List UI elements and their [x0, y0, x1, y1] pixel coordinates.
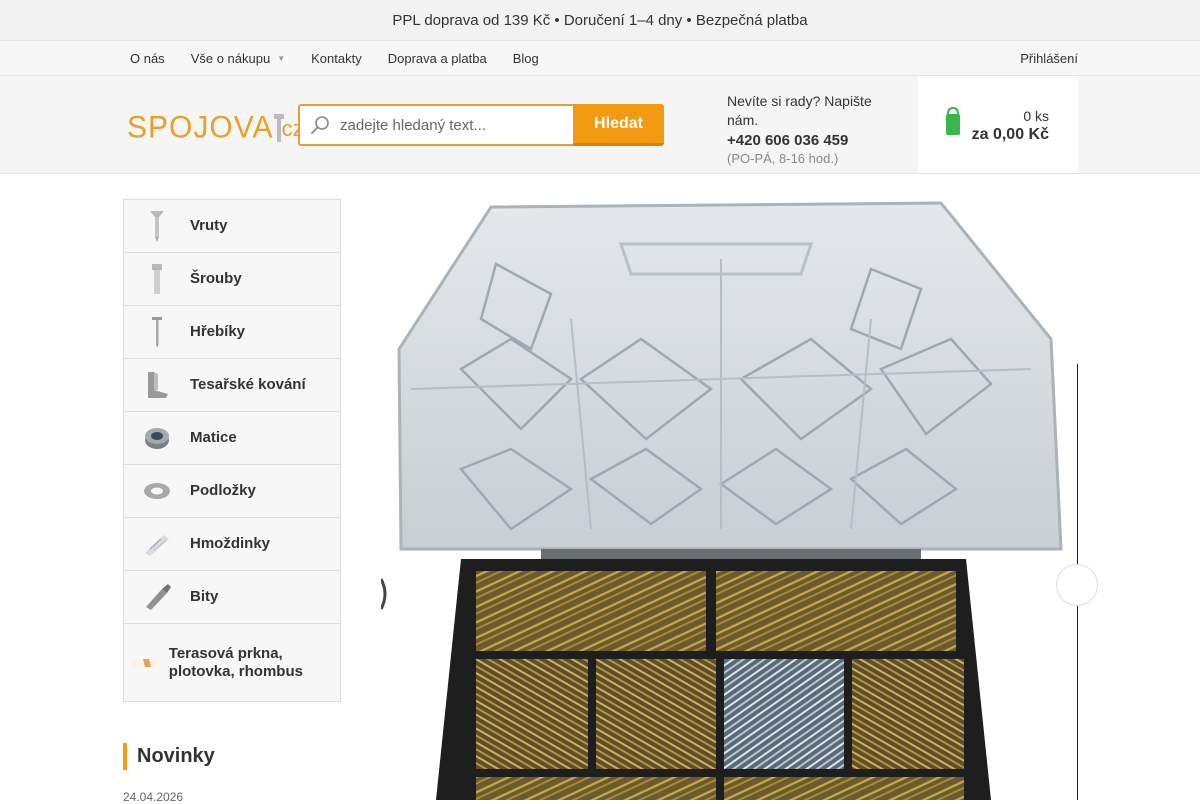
category-terasova-prkna[interactable]: Terasová prkna, plotovka, rhombus — [124, 624, 340, 701]
shipping-info-text: PPL doprava od 139 Kč • Doručení 1–4 dny… — [392, 11, 808, 29]
top-navigation: O nás Vše o nákupu ▼ Kontakty Doprava a … — [0, 40, 1200, 76]
cart-button[interactable]: 0 ks za 0,00 Kč — [918, 76, 1078, 173]
category-label: Hřebíky — [190, 323, 246, 340]
category-vruty[interactable]: Vruty — [124, 200, 340, 253]
category-bity[interactable]: Bity — [124, 571, 340, 624]
chevron-down-icon: ▼ — [277, 53, 286, 63]
bolt-icon — [152, 264, 162, 294]
category-menu: Vruty Šrouby Hřebíky Tesařské kování Mat… — [123, 199, 341, 702]
shopping-bag-icon — [946, 106, 960, 135]
category-label: Šrouby — [190, 270, 242, 287]
product-banner[interactable] — [381, 199, 1078, 800]
nav-item-kontakty[interactable]: Kontakty — [298, 51, 375, 66]
category-tesarske-kovani[interactable]: Tesařské kování — [124, 359, 340, 412]
category-label: Podložky — [190, 482, 256, 499]
help-phone[interactable]: +420 606 036 459 — [727, 132, 904, 149]
category-label: Matice — [190, 429, 237, 446]
login-link[interactable]: Přihlášení — [1013, 51, 1078, 66]
help-hours: (PO-PÁ, 8-16 hod.) — [727, 151, 839, 166]
plank-icon — [132, 658, 161, 667]
category-podlozky[interactable]: Podložky — [124, 465, 340, 518]
category-label: Vruty — [190, 217, 228, 234]
category-srouby[interactable]: Šrouby — [124, 253, 340, 306]
category-label: Hmoždinky — [190, 535, 271, 552]
nav-item-o-nas[interactable]: O nás — [122, 51, 178, 66]
category-label: Tesařské kování — [190, 376, 306, 393]
category-label: Bity — [190, 588, 219, 605]
contact-help: Nevíte si rady? Napište nám. +420 606 03… — [704, 92, 904, 166]
bracket-icon — [148, 372, 168, 398]
category-hmozdinky[interactable]: Hmoždinky — [124, 518, 340, 571]
search-icon — [311, 116, 329, 134]
site-logo[interactable]: SPOJOVA .cz — [127, 105, 304, 145]
shipping-info-bar: PPL doprava od 139 Kč • Doručení 1–4 dny… — [0, 0, 1200, 40]
category-matice[interactable]: Matice — [124, 412, 340, 465]
cart-total: za 0,00 Kč — [971, 126, 1049, 143]
search-field-wrapper — [298, 104, 573, 146]
search-form: Hledat — [298, 104, 664, 146]
news-heading: Novinky — [123, 743, 215, 770]
news-date-text: 24.04.2026 — [123, 790, 184, 804]
news-date: 24.04.2026 — [123, 790, 183, 804]
login-label: Přihlášení — [1020, 50, 1078, 66]
help-text: Nevíte si rady? Napište nám. — [727, 93, 872, 128]
bit-icon — [146, 584, 171, 610]
site-header: SPOJOVA .cz Hledat Nevíte si rady? Napiš… — [0, 76, 1200, 174]
slider-next-button[interactable] — [1056, 564, 1098, 606]
nail-icon — [152, 317, 162, 348]
screw-icon — [150, 211, 164, 242]
nav-item-vse-o-nakupu[interactable]: Vše o nákupu ▼ — [178, 51, 298, 66]
cart-quantity: 0 ks — [1023, 108, 1049, 124]
nav-item-label: Vše o nákupu — [190, 50, 271, 66]
category-hrebiky[interactable]: Hřebíky — [124, 306, 340, 359]
logo-text: SPOJOVA — [127, 110, 274, 145]
search-button[interactable]: Hledat — [573, 104, 664, 146]
anchor-icon — [145, 535, 169, 556]
nut-icon — [145, 428, 169, 449]
screw-organizer-box-image — [381, 201, 1063, 800]
nav-item-doprava-a-platba[interactable]: Doprava a platba — [375, 51, 500, 66]
washer-icon — [144, 483, 170, 499]
search-input[interactable] — [340, 116, 560, 134]
nav-item-blog[interactable]: Blog — [500, 51, 552, 66]
category-label: Terasová prkna, plotovka, rhombus — [168, 644, 303, 680]
